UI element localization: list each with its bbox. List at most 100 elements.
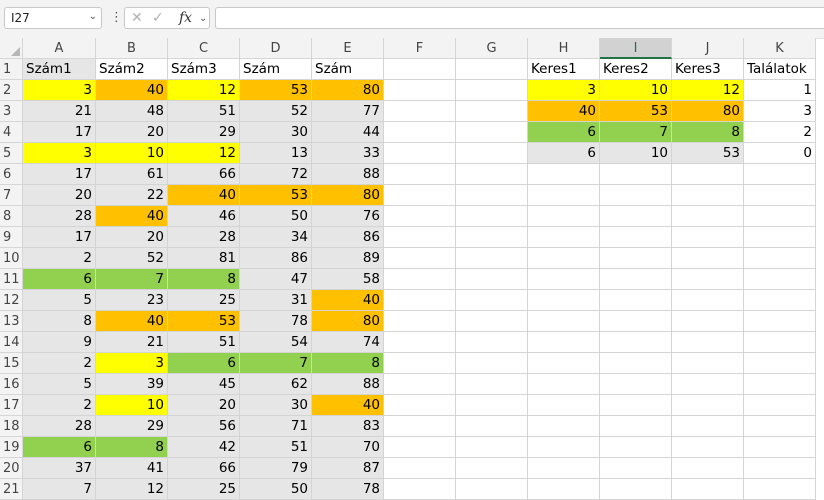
cell-e20[interactable]: 87 xyxy=(312,458,384,479)
cell-h11[interactable] xyxy=(528,269,600,290)
cell-g4[interactable] xyxy=(456,122,528,143)
cell-f4[interactable] xyxy=(384,122,456,143)
cell-a12[interactable]: 5 xyxy=(23,290,96,311)
column-header-k[interactable]: K xyxy=(744,38,816,59)
cell-i5[interactable]: 10 xyxy=(600,143,672,164)
cell-k18[interactable] xyxy=(744,416,816,437)
cell-b18[interactable]: 29 xyxy=(96,416,168,437)
chevron-down-icon[interactable]: ⌄ xyxy=(89,11,97,22)
cell-c11[interactable]: 8 xyxy=(168,269,240,290)
cell-d7[interactable]: 53 xyxy=(240,185,312,206)
cell-i1[interactable]: Keres2 xyxy=(600,59,672,80)
cell-e12[interactable]: 40 xyxy=(312,290,384,311)
row-header-20[interactable]: 20 xyxy=(0,458,23,479)
cell-j14[interactable] xyxy=(672,332,744,353)
row-header-10[interactable]: 10 xyxy=(0,248,23,269)
column-header-g[interactable]: G xyxy=(456,38,528,59)
cell-f13[interactable] xyxy=(384,311,456,332)
cell-c13[interactable]: 53 xyxy=(168,311,240,332)
cell-j17[interactable] xyxy=(672,395,744,416)
column-header-a[interactable]: A xyxy=(23,38,96,59)
cell-g7[interactable] xyxy=(456,185,528,206)
cell-d19[interactable]: 51 xyxy=(240,437,312,458)
cell-i18[interactable] xyxy=(600,416,672,437)
cell-e10[interactable]: 89 xyxy=(312,248,384,269)
cell-j4[interactable]: 8 xyxy=(672,122,744,143)
cell-h2[interactable]: 3 xyxy=(528,80,600,101)
cell-e16[interactable]: 88 xyxy=(312,374,384,395)
cell-e4[interactable]: 44 xyxy=(312,122,384,143)
cell-d3[interactable]: 52 xyxy=(240,101,312,122)
cell-c12[interactable]: 25 xyxy=(168,290,240,311)
cell-h3[interactable]: 40 xyxy=(528,101,600,122)
cell-i19[interactable] xyxy=(600,437,672,458)
cell-i10[interactable] xyxy=(600,248,672,269)
cell-d8[interactable]: 50 xyxy=(240,206,312,227)
cell-b9[interactable]: 20 xyxy=(96,227,168,248)
cell-f20[interactable] xyxy=(384,458,456,479)
cell-f17[interactable] xyxy=(384,395,456,416)
cell-b4[interactable]: 20 xyxy=(96,122,168,143)
cell-f6[interactable] xyxy=(384,164,456,185)
cell-d9[interactable]: 34 xyxy=(240,227,312,248)
cell-k10[interactable] xyxy=(744,248,816,269)
cell-f19[interactable] xyxy=(384,437,456,458)
cell-c8[interactable]: 46 xyxy=(168,206,240,227)
cell-j8[interactable] xyxy=(672,206,744,227)
cell-j7[interactable] xyxy=(672,185,744,206)
cell-f2[interactable] xyxy=(384,80,456,101)
cell-a14[interactable]: 9 xyxy=(23,332,96,353)
cell-h6[interactable] xyxy=(528,164,600,185)
cell-k12[interactable] xyxy=(744,290,816,311)
cell-k14[interactable] xyxy=(744,332,816,353)
cell-a18[interactable]: 28 xyxy=(23,416,96,437)
cell-d15[interactable]: 7 xyxy=(240,353,312,374)
cell-f15[interactable] xyxy=(384,353,456,374)
row-header-4[interactable]: 4 xyxy=(0,122,23,143)
cell-d6[interactable]: 72 xyxy=(240,164,312,185)
cell-a8[interactable]: 28 xyxy=(23,206,96,227)
cell-i20[interactable] xyxy=(600,458,672,479)
cell-b1[interactable]: Szám2 xyxy=(96,59,168,80)
cell-i2[interactable]: 10 xyxy=(600,80,672,101)
cell-j19[interactable] xyxy=(672,437,744,458)
cell-f8[interactable] xyxy=(384,206,456,227)
cell-i14[interactable] xyxy=(600,332,672,353)
cell-e18[interactable]: 83 xyxy=(312,416,384,437)
row-header-18[interactable]: 18 xyxy=(0,416,23,437)
cell-e13[interactable]: 80 xyxy=(312,311,384,332)
cell-f9[interactable] xyxy=(384,227,456,248)
cell-c2[interactable]: 12 xyxy=(168,80,240,101)
cell-g19[interactable] xyxy=(456,437,528,458)
row-header-19[interactable]: 19 xyxy=(0,437,23,458)
cell-a1[interactable]: Szám1 xyxy=(23,59,96,80)
cell-j18[interactable] xyxy=(672,416,744,437)
cell-g10[interactable] xyxy=(456,248,528,269)
cell-d20[interactable]: 79 xyxy=(240,458,312,479)
cell-g14[interactable] xyxy=(456,332,528,353)
cell-b10[interactable]: 52 xyxy=(96,248,168,269)
cell-f3[interactable] xyxy=(384,101,456,122)
row-header-5[interactable]: 5 xyxy=(0,143,23,164)
cell-a4[interactable]: 17 xyxy=(23,122,96,143)
row-header-17[interactable]: 17 xyxy=(0,395,23,416)
cell-k8[interactable] xyxy=(744,206,816,227)
row-header-15[interactable]: 15 xyxy=(0,353,23,374)
cell-i4[interactable]: 7 xyxy=(600,122,672,143)
cell-g1[interactable] xyxy=(456,59,528,80)
cell-h19[interactable] xyxy=(528,437,600,458)
column-header-h[interactable]: H xyxy=(528,38,600,59)
row-header-14[interactable]: 14 xyxy=(0,332,23,353)
cell-h1[interactable]: Keres1 xyxy=(528,59,600,80)
cell-f1[interactable] xyxy=(384,59,456,80)
cell-k15[interactable] xyxy=(744,353,816,374)
cell-k16[interactable] xyxy=(744,374,816,395)
cell-j5[interactable]: 53 xyxy=(672,143,744,164)
cell-i8[interactable] xyxy=(600,206,672,227)
cell-h4[interactable]: 6 xyxy=(528,122,600,143)
column-header-c[interactable]: C xyxy=(168,38,240,59)
cell-c18[interactable]: 56 xyxy=(168,416,240,437)
cell-a3[interactable]: 21 xyxy=(23,101,96,122)
cell-c4[interactable]: 29 xyxy=(168,122,240,143)
insert-function-fx-icon[interactable]: fx xyxy=(179,10,192,26)
